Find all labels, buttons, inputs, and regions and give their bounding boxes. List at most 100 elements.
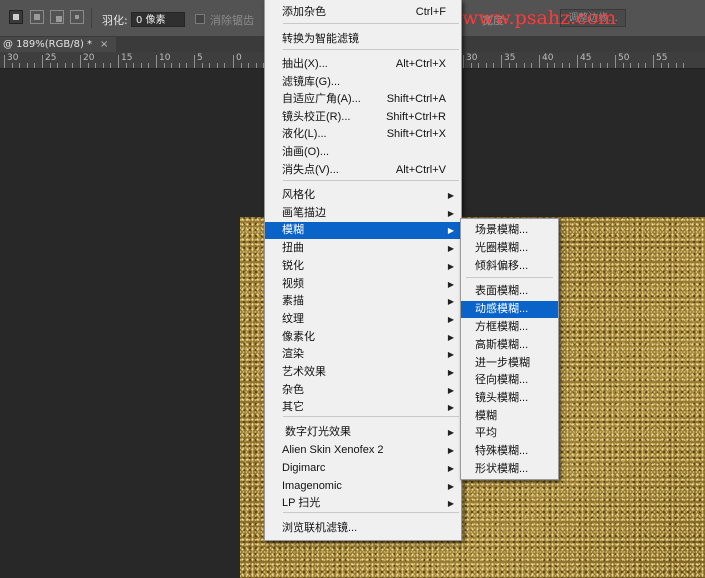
filter-menu-item[interactable]: 渲染 ▶ <box>265 346 461 363</box>
ruler-label: 30 <box>466 53 478 63</box>
blur-submenu-item[interactable]: 径向模糊... <box>461 372 558 389</box>
document-tab[interactable]: @ 189%(RGB/8) * × <box>0 37 117 52</box>
intersect-selection-icon[interactable] <box>70 10 84 24</box>
filter-menu-item-label: 数字灯光效果 <box>285 426 351 438</box>
submenu-arrow-icon: ▶ <box>447 350 454 359</box>
filter-menu-item[interactable]: 添加杂色 Ctrl+F <box>265 4 461 21</box>
shortcut-label: Shift+Ctrl+X <box>386 128 446 140</box>
ruler-minor-tick <box>34 63 36 68</box>
ruler-minor-tick <box>630 63 632 68</box>
filter-menu-item[interactable]: 数字灯光效果 ▶ <box>265 424 461 441</box>
ruler-major-tick <box>615 55 616 68</box>
menu-separator <box>283 23 459 24</box>
filter-menu-item[interactable]: Digimarc ▶ <box>265 460 461 477</box>
blur-submenu-item[interactable]: 倾斜偏移... <box>461 258 558 275</box>
filter-menu: 添加杂色 Ctrl+F 转换为智能滤镜抽出(X)... Alt+Ctrl+X 滤镜库(G… <box>264 0 462 541</box>
blur-submenu-item[interactable]: 高斯模糊... <box>461 337 558 354</box>
blur-submenu-item[interactable]: 特殊模糊... <box>461 443 558 460</box>
filter-menu-item[interactable]: 扭曲 ▶ <box>265 240 461 257</box>
blur-submenu-item-label: 形状模糊... <box>475 463 529 475</box>
ruler-minor-tick <box>64 63 66 68</box>
add-to-selection-icon[interactable] <box>30 10 44 24</box>
blur-submenu-item[interactable]: 平均 <box>461 425 558 442</box>
filter-menu-item[interactable]: 素描 ▶ <box>265 293 461 310</box>
feather-input[interactable]: 0 像素 <box>131 12 185 27</box>
blur-submenu-item[interactable]: 进一步模糊 <box>461 355 558 372</box>
filter-menu-item[interactable]: 模糊 ▶ <box>265 222 461 239</box>
submenu-arrow-icon: ▶ <box>447 333 454 342</box>
ruler-label: 25 <box>45 53 57 63</box>
filter-menu-item-label: Imagenomic <box>282 480 342 492</box>
menu-separator <box>466 277 553 278</box>
ruler-minor-tick <box>216 63 218 68</box>
ruler-major-tick <box>118 55 119 68</box>
filter-menu-item[interactable]: 风格化 ▶ <box>265 187 461 204</box>
filter-menu-item[interactable]: 视频 ▶ <box>265 276 461 293</box>
ruler-label: 10 <box>159 53 171 63</box>
new-selection-icon[interactable] <box>9 10 23 24</box>
filter-menu-item-label: LP 扫光 <box>282 497 321 509</box>
blur-submenu-item-label: 动感模糊... <box>475 303 529 315</box>
blur-submenu-item[interactable]: 场景模糊... <box>461 222 558 239</box>
filter-menu-item[interactable]: 杂色 ▶ <box>265 382 461 399</box>
ruler-minor-tick <box>569 63 571 68</box>
ruler-major-tick <box>233 55 234 68</box>
ruler-minor-tick <box>163 63 165 68</box>
ruler-minor-tick <box>102 63 104 68</box>
filter-menu-item[interactable]: 转换为智能滤镜 <box>265 31 461 48</box>
subtract-selection-icon[interactable] <box>50 10 64 24</box>
submenu-arrow-icon: ▶ <box>447 428 454 437</box>
filter-menu-item[interactable]: Alien Skin Xenofex 2 ▶ <box>265 442 461 459</box>
ruler-minor-tick <box>178 63 180 68</box>
filter-menu-item[interactable]: 抽出(X)... Alt+Ctrl+X <box>265 56 461 73</box>
menu-separator <box>283 512 459 513</box>
filter-menu-item-label: 像素化 <box>282 331 315 343</box>
filter-menu-item[interactable]: Imagenomic ▶ <box>265 478 461 495</box>
blur-submenu-item-label: 表面模糊... <box>475 285 529 297</box>
submenu-arrow-icon: ▶ <box>447 499 454 508</box>
blur-submenu-item[interactable]: 方框模糊... <box>461 319 558 336</box>
blur-submenu-item[interactable]: 表面模糊... <box>461 283 558 300</box>
filter-menu-item[interactable]: LP 扫光 ▶ <box>265 495 461 512</box>
filter-menu-item-label: 转换为智能滤镜 <box>282 33 359 45</box>
filter-menu-item[interactable]: 其它 ▶ <box>265 399 461 416</box>
ruler-minor-tick <box>201 63 203 68</box>
blur-submenu-item[interactable]: 模糊 <box>461 408 558 425</box>
feather-label: 羽化: <box>102 14 128 27</box>
blur-submenu-item-label: 光圈模糊... <box>475 242 529 254</box>
filter-menu-item-label: 风格化 <box>282 189 315 201</box>
submenu-arrow-icon: ▶ <box>447 386 454 395</box>
ruler-minor-tick <box>87 63 89 68</box>
blur-submenu-item[interactable]: 光圈模糊... <box>461 240 558 257</box>
filter-menu-item-label: Alien Skin Xenofex 2 <box>282 444 384 456</box>
document-tab-label: @ 189%(RGB/8) * <box>3 39 93 50</box>
filter-menu-item-label: Digimarc <box>282 462 326 474</box>
filter-menu-item[interactable]: 浏览联机滤镜... <box>265 520 461 537</box>
filter-menu-item[interactable]: 镜头校正(R)... Shift+Ctrl+R <box>265 109 461 126</box>
ruler-label: 0 <box>236 53 242 63</box>
filter-menu-item-label: 画笔描边 <box>282 207 326 219</box>
submenu-arrow-icon: ▶ <box>447 446 454 455</box>
blur-submenu-item[interactable]: 动感模糊... <box>461 301 558 318</box>
filter-menu-item[interactable]: 自适应广角(A)... Shift+Ctrl+A <box>265 91 461 108</box>
blur-submenu-item[interactable]: 镜头模糊... <box>461 390 558 407</box>
filter-menu-item[interactable]: 液化(L)... Shift+Ctrl+X <box>265 126 461 143</box>
ruler-minor-tick <box>554 63 556 68</box>
filter-menu-item[interactable]: 纹理 ▶ <box>265 311 461 328</box>
ruler-minor-tick <box>148 63 150 68</box>
filter-menu-item[interactable]: 画笔描边 ▶ <box>265 205 461 222</box>
antialias-checkbox[interactable] <box>195 14 205 24</box>
filter-menu-item[interactable]: 消失点(V)... Alt+Ctrl+V <box>265 162 461 179</box>
filter-menu-item[interactable]: 滤镜库(G)... <box>265 74 461 91</box>
filter-menu-item[interactable]: 艺术效果 ▶ <box>265 364 461 381</box>
filter-menu-item[interactable]: 像素化 ▶ <box>265 329 461 346</box>
ruler-major-tick <box>539 55 540 68</box>
ruler-minor-tick <box>19 63 21 68</box>
blur-submenu-item-label: 进一步模糊 <box>475 357 530 369</box>
ruler-minor-tick <box>637 63 639 68</box>
blur-submenu-item[interactable]: 形状模糊... <box>461 461 558 478</box>
ruler-minor-tick <box>683 63 685 68</box>
close-tab-icon[interactable]: × <box>100 39 108 50</box>
filter-menu-item[interactable]: 油画(O)... <box>265 144 461 161</box>
filter-menu-item[interactable]: 锐化 ▶ <box>265 258 461 275</box>
